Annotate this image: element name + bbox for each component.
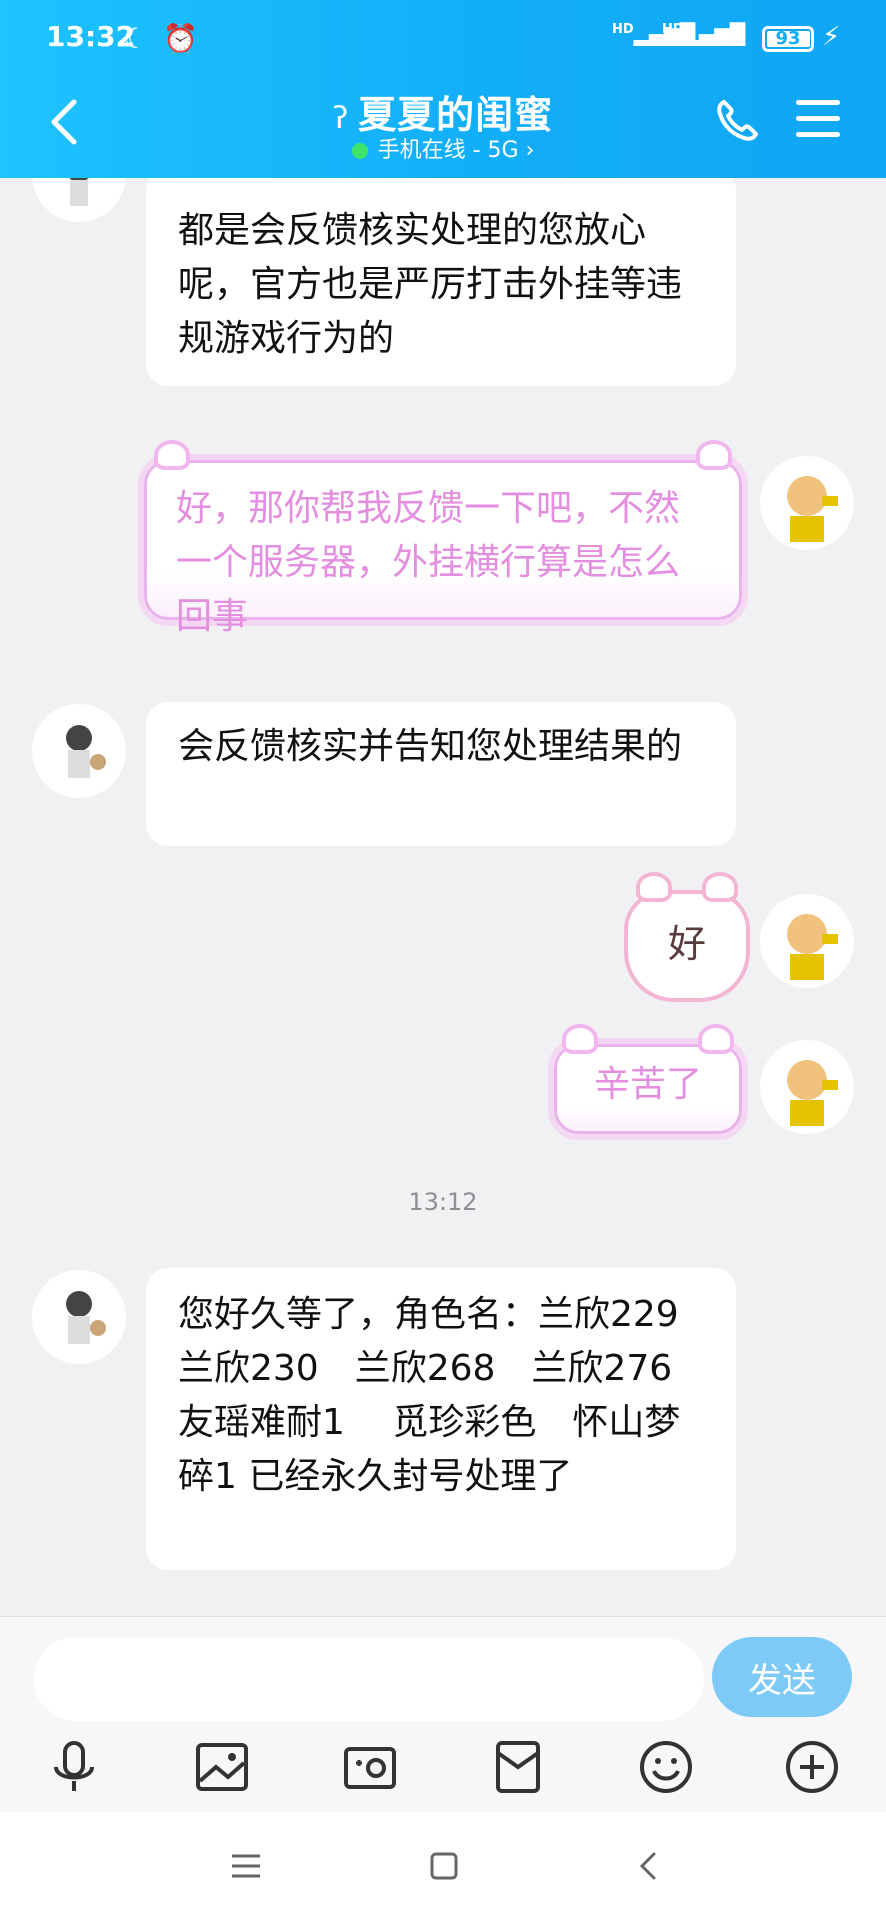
image-icon[interactable] [192, 1737, 252, 1797]
microphone-icon[interactable] [44, 1737, 104, 1797]
ear-icon: ʔ [332, 101, 349, 136]
bubble-ear-decoration [696, 440, 732, 470]
system-navigation-bar [0, 1812, 886, 1920]
online-status-text: 手机在线 - 5G [377, 138, 519, 163]
avatar-contact[interactable] [32, 1270, 126, 1364]
message-text: 会反馈核实并告知您处理结果的 [178, 726, 683, 767]
message-bubble[interactable]: 会反馈核实并告知您处理结果的 [146, 702, 736, 846]
recent-apps-button[interactable] [226, 1846, 266, 1886]
message-bubble[interactable]: 您好久等了，角色名：兰欣229 兰欣230 兰欣268 兰欣276 友瑶难耐1 … [146, 1268, 736, 1570]
message-bubble[interactable]: 都是会反馈核实处理的您放心呢，官方也是严厉打击外挂等违规游戏行为的 [146, 178, 736, 386]
plus-icon[interactable] [782, 1737, 842, 1797]
message-bubble-cute[interactable]: 辛苦了 [548, 1024, 748, 1140]
avatar-self[interactable] [760, 456, 854, 550]
message-input-area: 发送 [0, 1616, 886, 1812]
bubble-ear-decoration [154, 440, 190, 470]
red-packet-icon[interactable] [488, 1737, 548, 1797]
emoji-icon[interactable] [636, 1737, 696, 1797]
menu-button[interactable] [796, 100, 840, 140]
camera-icon[interactable] [340, 1737, 400, 1797]
message-text: 您好久等了，角色名：兰欣229 兰欣230 兰欣268 兰欣276 友瑶难耐1 … [178, 1294, 720, 1497]
battery-icon: 93 [762, 26, 814, 52]
input-toolbar [0, 1737, 886, 1813]
home-button[interactable] [424, 1846, 464, 1886]
status-time: 13:32 [46, 20, 136, 53]
message-bubble-cute[interactable]: 好，那你帮我反馈一下吧，不然一个服务器，外挂横行算是怎么回事 [138, 440, 748, 637]
online-dot-icon [351, 143, 368, 159]
message-text: 好，那你帮我反馈一下吧，不然一个服务器，外挂横行算是怎么回事 [176, 488, 681, 637]
battery-level: 93 [775, 28, 801, 49]
message-timestamp: 13:12 [408, 1188, 478, 1216]
alarm-icon: ⏰ [163, 22, 198, 55]
message-text: 辛苦了 [593, 1064, 702, 1105]
avatar-contact[interactable] [32, 704, 126, 798]
charging-icon: ⚡ [822, 22, 841, 52]
bubble-ear-decoration [698, 1024, 734, 1054]
chat-header: 13:32 ☾ ⏰ HD▂▄▆█ HD▂▄▆█ ◠ 93 ⚡ ʔ 夏夏的闺蜜 手机… [0, 0, 886, 178]
nav-back-button[interactable] [628, 1846, 668, 1886]
avatar-contact[interactable] [32, 178, 126, 222]
sticker-ear-decoration [702, 872, 738, 902]
chat-message-list[interactable]: 都是会反馈核实处理的您放心呢，官方也是严厉打击外挂等违规游戏行为的 好，那你帮我… [0, 178, 886, 1616]
chevron-right-icon: › [518, 138, 535, 163]
message-text: 都是会反馈核实处理的您放心呢，官方也是严厉打击外挂等违规游戏行为的 [178, 210, 683, 359]
moon-icon: ☾ [123, 22, 149, 55]
wifi-icon: ◠ [716, 22, 736, 52]
avatar-self[interactable] [760, 894, 854, 988]
sticker-ear-decoration [636, 872, 672, 902]
message-input[interactable] [34, 1637, 704, 1721]
bubble-ear-decoration [562, 1024, 598, 1054]
send-button[interactable]: 发送 [712, 1637, 852, 1717]
sticker-text: 好 [667, 922, 706, 966]
page-title: 夏夏的闺蜜 [358, 93, 554, 137]
phone-call-button[interactable] [712, 96, 762, 146]
avatar-self[interactable] [760, 1040, 854, 1134]
cat-sticker[interactable]: 好 [624, 872, 750, 1002]
status-bar: 13:32 ☾ ⏰ HD▂▄▆█ HD▂▄▆█ ◠ 93 ⚡ [0, 0, 886, 78]
